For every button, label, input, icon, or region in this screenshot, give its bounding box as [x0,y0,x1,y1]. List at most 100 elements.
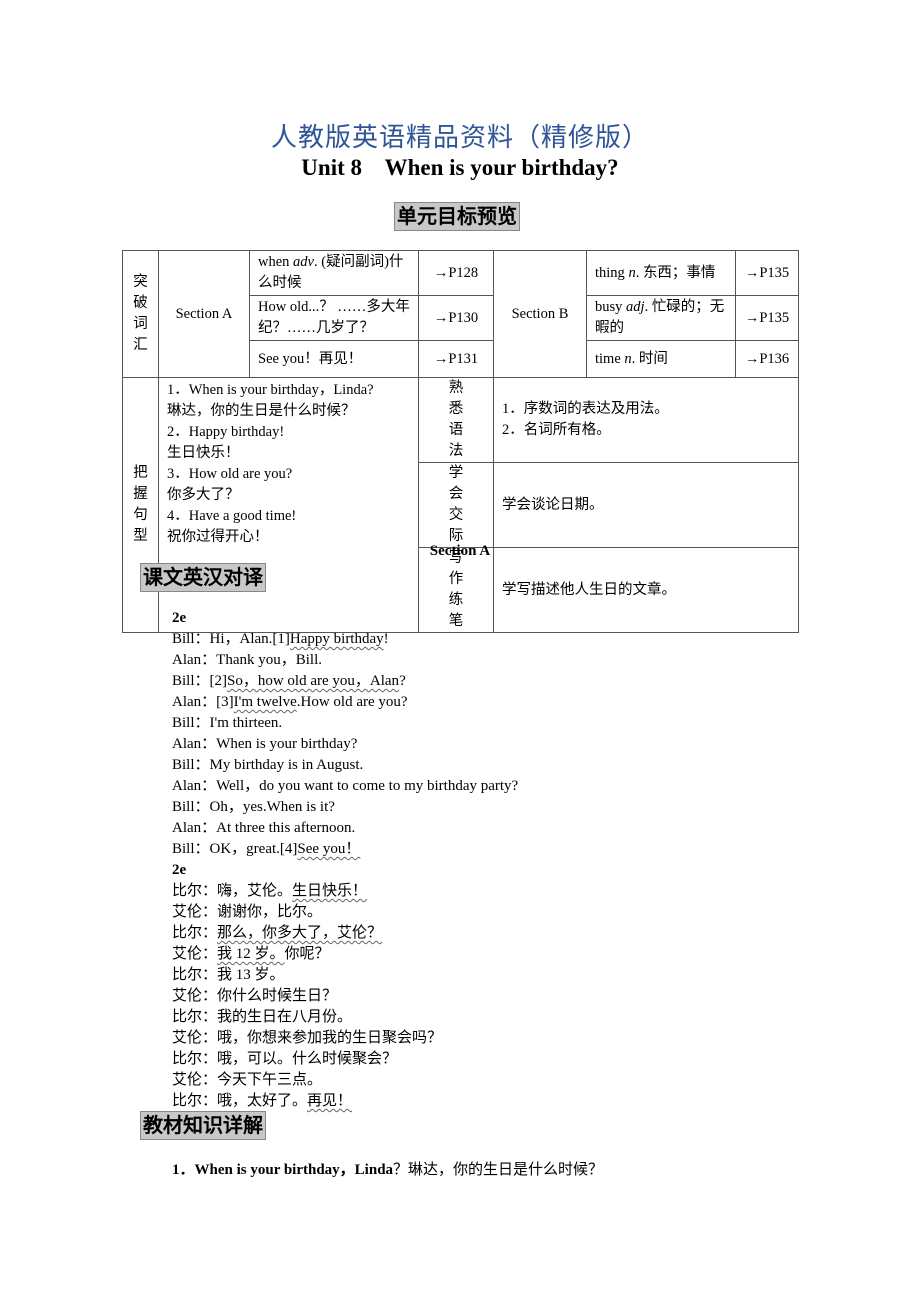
dialogue-text: 艾伦：哦，你想来参加我的生日聚会吗？ [172,1030,443,1046]
dialogue-text: Alan：Thank you，Bill. [172,652,322,668]
dialogue-line: 比尔：哦，可以。什么时候聚会？ [172,1049,518,1070]
page-ref: →P136 [735,340,799,378]
point-chinese: ？琳达，你的生日是什么时候？ [393,1162,604,1178]
dialogue-line: Alan：[3]I'm twelve.How old are you? [172,692,518,713]
vocab-item: time n. 时间 [586,340,736,378]
dialogue-line: Alan：At three this afternoon. [172,818,518,839]
sentence-line: 你多大了？ [167,487,240,503]
dialogue: 2e Bill：Hi，Alan.[1]Happy birthday! Alan：Th… [172,608,518,1112]
dialogue-text: 艾伦：今天下午三点。 [172,1072,323,1088]
page-ref: →P135 [735,295,799,341]
document-banner-title: 人教版英语精品资料（精修版） [270,123,649,153]
dialogue-text: 你呢？ [284,946,330,962]
dialogue-line: Bill：Hi，Alan.[1]Happy birthday! [172,629,518,650]
dialogue-text: Alan：At three this afternoon. [172,820,356,836]
dialogue-text: 艾伦：你什么时候生日？ [172,988,338,1004]
sentence-label: 把握句型 [122,377,159,633]
sentence-line: 2．Happy birthday! [167,424,285,440]
dialogue-text: 2e [172,610,187,626]
sentence-line: 4．Have a good time! [167,508,297,524]
dialogue-text: Bill：Hi，Alan.[1] [172,631,290,647]
dialogue-line: 艾伦：你什么时候生日？ [172,986,518,1007]
dialogue-line: 比尔：嗨，艾伦。生日快乐！ [172,881,518,902]
vocab-item: when adv. (疑问副词)什么时候 [249,250,419,296]
sentence-line: 生日快乐！ [167,445,240,461]
goal-content: 学写描述他人生日的文章。 [493,547,799,633]
dialogue-section-label: 2e [172,608,518,629]
dialogue-line: 艾伦：今天下午三点。 [172,1070,518,1091]
dialogue-text: 比尔： [172,925,218,941]
dialogue-text: Alan：Well，do you want to come to my birt… [172,778,519,794]
dialogue-text: Bill：[2] [172,673,227,689]
dialogue-line: Bill：My birthday is in August. [172,755,518,776]
dialogue-text: ! [383,631,389,647]
heading-unit-goals: 单元目标预览 [394,202,520,231]
dialogue-text: 比尔：哦，太好了。 [172,1093,308,1109]
sentence-line: 3．How old are you? [167,466,293,482]
dialogue-text: Bill：My birthday is in August. [172,757,364,773]
dialogue-line: 比尔：我的生日在八月份。 [172,1007,518,1028]
goal-label: 熟悉语法 [418,377,494,463]
dialogue-line: Alan：When is your birthday? [172,734,518,755]
dialogue-text: 艾伦：谢谢你，比尔。 [172,904,323,920]
dialogue-text: 艾伦： [172,946,218,962]
dialogue-text: .How old are you? [296,694,408,710]
page-ref: →P128 [418,250,494,296]
dialogue-text: 比尔：我的生日在八月份。 [172,1009,353,1025]
dialogue-line: Bill：Oh，yes.When is it? [172,797,518,818]
dialogue-text: 比尔：我 13 岁。 [172,967,285,983]
dialogue-line: Alan：Well，do you want to come to my birt… [172,776,518,797]
page-ref: →P135 [735,250,799,296]
document-page: 人教版英语精品资料（精修版） Unit 8 When is your birth… [0,0,920,1302]
vocab-item: How old...？ ……多大年纪？……几岁了？ [249,295,419,341]
section-b-cell: Section B [493,250,587,378]
section-a-cell: Section A [158,250,250,378]
page-ref: →P130 [418,295,494,341]
dialogue-text: 比尔：嗨，艾伦。 [172,883,293,899]
key-phrase: So，how old are you，Alan [227,673,400,689]
goal-line: 学会谈论日期。 [502,496,604,513]
heading-text-translation: 课文英汉对译 [140,563,266,592]
dialogue-line: 艾伦：谢谢你，比尔。 [172,902,518,923]
sentence-line: 琳达，你的生日是什么时候？ [167,403,356,419]
dialogue-line: 比尔：我 13 岁。 [172,965,518,986]
vocab-item: thing n. 东西；事情 [586,250,736,296]
key-phrase: 我 12 岁。 [217,946,285,962]
dialogue-text: Bill：OK，great.[4] [172,841,298,857]
dialogue-section-label: 2e [172,860,518,881]
dialogue-line: Bill：OK，great.[4]See you！ [172,839,518,860]
dialogue-text: Bill：Oh，yes.When is it? [172,799,335,815]
key-phrase: 生日快乐！ [292,883,368,899]
section-a-heading: Section A [429,543,491,559]
dialogue-line: 艾伦：我 12 岁。你呢？ [172,944,518,965]
key-phrase: 那么，你多大了，艾伦？ [217,925,383,941]
key-phrase: 再见！ [307,1093,353,1109]
key-phrase: I'm twelve [233,694,297,710]
heading-knowledge-explained: 教材知识详解 [140,1111,266,1140]
dialogue-text: 2e [172,862,187,878]
vocab-label: 突破词汇 [122,250,159,378]
dialogue-text: Bill：I'm thirteen. [172,715,283,731]
goal-line: 1．序数词的表达及用法。 [502,401,669,417]
goal-content: 学会谈论日期。 [493,462,799,548]
key-sentences: 1．When is your birthday，Linda? 琳达，你的生日是什么… [158,377,419,633]
dialogue-line: 比尔：哦，太好了。再见！ [172,1091,518,1112]
dialogue-text: Alan：[3] [172,694,234,710]
dialogue-text: ? [399,673,406,689]
dialogue-line: Alan：Thank you，Bill. [172,650,518,671]
key-phrase: Happy birthday [289,631,384,647]
dialogue-line: 艾伦：哦，你想来参加我的生日聚会吗？ [172,1028,518,1049]
dialogue-text: Alan：When is your birthday? [172,736,358,752]
key-phrase: See you！ [297,841,361,857]
page-ref: →P131 [418,340,494,378]
dialogue-line: Bill：[2]So，how old are you，Alan? [172,671,518,692]
point-english: 1．When is your birthday，Linda [172,1162,394,1178]
dialogue-line: Bill：I'm thirteen. [172,713,518,734]
goal-line: 2．名词所有格。 [502,422,611,438]
sentence-line: 1．When is your birthday，Linda? [167,382,374,398]
vocab-item: busy adj. 忙碌的；无暇的 [586,295,736,341]
unit-title: Unit 8 When is your birthday? [301,155,619,180]
goal-content: 1．序数词的表达及用法。 2．名词所有格。 [493,377,799,463]
goal-line: 学写描述他人生日的文章。 [502,581,676,598]
knowledge-point-1: 1．When is your birthday，Linda？琳达，你的生日是什么… [172,1158,603,1179]
